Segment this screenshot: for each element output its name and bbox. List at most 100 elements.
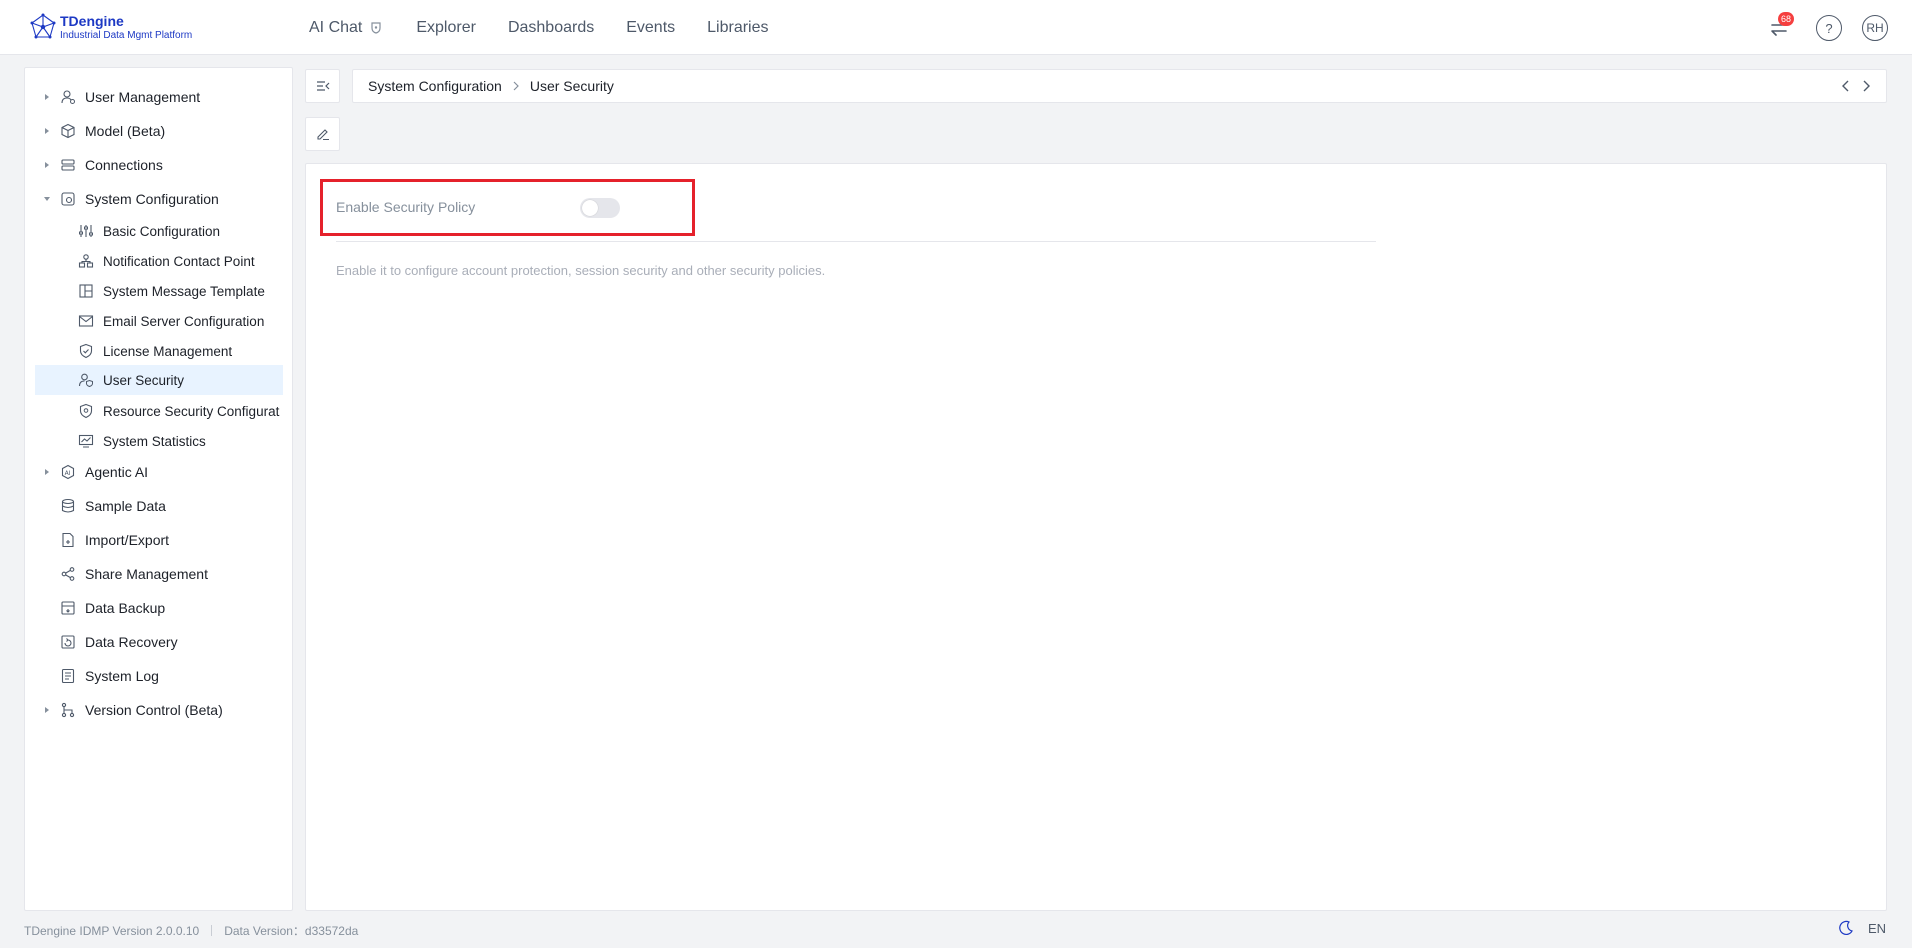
sidebar-item-user-security[interactable]: User Security [35, 365, 283, 395]
sidebar-item-data-backup[interactable]: Data Backup [25, 593, 283, 623]
sidebar-item-label: User Management [85, 89, 201, 105]
sidebar-item-agentic-ai[interactable]: AI Agentic AI [25, 457, 283, 487]
system-config-icon [61, 192, 75, 206]
security-policy-switch[interactable] [580, 198, 620, 218]
shield-check-icon [79, 343, 93, 359]
template-icon [79, 284, 93, 298]
top-bar: TDengine Industrial Data Mgmt Platform A… [0, 0, 1912, 55]
footer-data-version: Data Version：d33572da [224, 924, 359, 938]
resource-security-icon [79, 403, 93, 419]
sidebar-item-label: License Management [103, 343, 233, 359]
svg-text:AI: AI [65, 470, 71, 477]
breadcrumb-item-system-configuration[interactable]: System Configuration [368, 78, 502, 94]
main-nav: AI Chat Explorer Dashboards Events Libra… [309, 0, 801, 55]
sidebar-item-label: Model (Beta) [85, 123, 166, 139]
backup-icon [61, 601, 75, 615]
caret-right-icon [45, 707, 49, 713]
caret-right-icon [45, 162, 49, 168]
sidebar-item-model[interactable]: Model (Beta) [25, 116, 283, 146]
nav-libraries[interactable]: Libraries [707, 19, 768, 37]
user-manage-icon [61, 90, 75, 104]
help-button[interactable]: ? [1816, 15, 1842, 41]
footer-version: TDengine IDMP Version 2.0.0.10 [24, 923, 200, 938]
breadcrumb-item-user-security: User Security [529, 78, 614, 94]
ai-chat-icon [371, 21, 381, 34]
sidebar-item-import-export[interactable]: Import/Export [25, 525, 283, 555]
import-export-icon [62, 532, 74, 548]
sidebar-item-email-server-configuration[interactable]: Email Server Configuration [25, 306, 283, 336]
caret-right-icon [45, 128, 49, 134]
sidebar-item-label: Email Server Configuration [103, 313, 265, 329]
sidebar-item-label: Resource Security Configurat [103, 403, 280, 419]
user-avatar[interactable]: RH [1862, 15, 1888, 41]
sidebar-item-resource-security-configuration[interactable]: Resource Security Configurat [25, 396, 283, 426]
chevron-right-icon [513, 81, 519, 91]
nav-dashboards[interactable]: Dashboards [508, 19, 594, 37]
nav-ai-chat-label: AI Chat [309, 18, 363, 36]
caret-right-icon [45, 469, 49, 475]
edit-button[interactable] [305, 117, 340, 151]
sidebar-item-label: Connections [85, 157, 163, 173]
nav-ai-chat[interactable]: AI Chat [309, 19, 384, 37]
sidebar-item-system-log[interactable]: System Log [25, 661, 283, 691]
sidebar-item-label: System Message Template [103, 283, 265, 299]
sidebar-item-label: Import/Export [85, 532, 170, 548]
share-icon [61, 567, 75, 581]
dark-mode-moon-icon[interactable] [1838, 920, 1854, 936]
sidebar: User Management Model (Beta) Connections… [24, 67, 293, 911]
nav-events[interactable]: Events [626, 19, 675, 37]
statistics-icon [78, 434, 94, 448]
language-switch[interactable]: EN [1868, 921, 1886, 936]
sidebar-item-share-management[interactable]: Share Management [25, 559, 283, 589]
footer: TDengine IDMP Version 2.0.0.10 Data Vers… [24, 922, 358, 939]
nav-back-button[interactable] [1838, 78, 1854, 94]
sidebar-item-label: Basic Configuration [103, 223, 221, 239]
nav-explorer[interactable]: Explorer [416, 19, 476, 37]
sidebar-item-basic-configuration[interactable]: Basic Configuration [25, 216, 283, 246]
edit-pen-icon [316, 129, 329, 141]
sidebar-item-system-configuration[interactable]: System Configuration [25, 184, 283, 214]
security-policy-label: Enable Security Policy [336, 199, 476, 215]
sidebar-item-user-management[interactable]: User Management [25, 82, 283, 112]
sidebar-item-system-message-template[interactable]: System Message Template [25, 276, 283, 306]
sidebar-item-data-recovery[interactable]: Data Recovery [25, 627, 283, 657]
sidebar-item-label: Data Recovery [85, 634, 178, 650]
caret-down-icon [44, 197, 50, 201]
sidebar-item-label: User Security [103, 372, 185, 388]
sidebar-item-label: Version Control (Beta) [85, 702, 223, 718]
toggle-sidebar-button[interactable] [305, 69, 340, 103]
security-policy-description: Enable it to configure account protectio… [336, 263, 826, 278]
tdengine-logo-icon [30, 13, 56, 39]
chevron-right-icon [1863, 80, 1870, 92]
sidebar-item-system-statistics[interactable]: System Statistics [25, 426, 283, 456]
app-subtitle: Industrial Data Mgmt Platform [60, 29, 193, 41]
contact-point-icon [78, 254, 94, 268]
footer-right: EN [1838, 920, 1886, 936]
nav-forward-button[interactable] [1858, 78, 1874, 94]
switch-knob [582, 200, 598, 216]
sidebar-item-label: Agentic AI [85, 464, 149, 480]
log-icon [61, 668, 75, 684]
database-icon [61, 498, 75, 513]
sidebar-item-label: Sample Data [85, 498, 166, 514]
sidebar-item-label: Data Backup [85, 600, 166, 616]
divider [336, 241, 1376, 242]
version-control-icon [61, 702, 75, 718]
sidebar-item-label: System Statistics [103, 433, 206, 449]
recovery-icon [61, 635, 75, 649]
sidebar-item-connections[interactable]: Connections [25, 150, 283, 180]
sidebar-item-license-management[interactable]: License Management [25, 336, 283, 366]
sidebar-item-sample-data[interactable]: Sample Data [25, 491, 283, 521]
breadcrumb: System Configuration User Security [352, 69, 1887, 103]
connections-icon [61, 159, 75, 171]
chevron-left-icon [1842, 80, 1849, 92]
sidebar-item-notification-contact-point[interactable]: Notification Contact Point [25, 246, 283, 276]
app-title: TDengine [60, 12, 124, 29]
sidebar-item-label: Notification Contact Point [103, 253, 255, 269]
sidebar-item-label: System Log [85, 668, 159, 684]
app-logo[interactable]: TDengine Industrial Data Mgmt Platform [28, 12, 192, 42]
sidebar-item-version-control[interactable]: Version Control (Beta) [25, 695, 283, 725]
sidebar-item-label: System Configuration [85, 191, 219, 207]
sliders-icon [79, 225, 93, 237]
footer-divider [211, 925, 213, 936]
